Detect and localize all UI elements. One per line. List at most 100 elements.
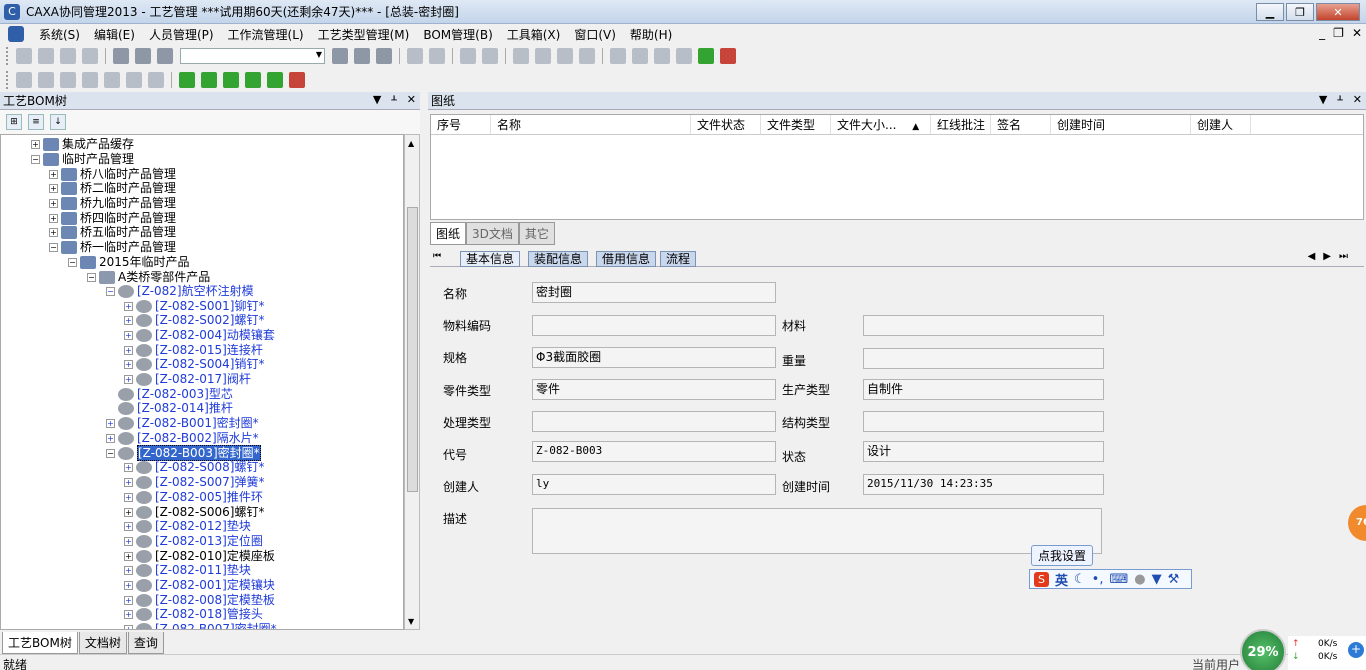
mdi-close-button[interactable]: ✕ xyxy=(1352,26,1362,40)
col-created-time[interactable]: 创建时间 xyxy=(1051,115,1191,134)
tree-node[interactable]: + [Z-082-018]管接头 xyxy=(124,607,263,622)
tree-node[interactable]: + [Z-082-S006]螺钉* xyxy=(124,505,264,520)
toolbar-btn-3[interactable] xyxy=(60,48,76,64)
toolbar-btn-10[interactable] xyxy=(460,48,476,64)
toolbar-btn-8[interactable] xyxy=(407,48,423,64)
keyboard-icon[interactable]: ⌨ xyxy=(1109,572,1128,587)
col-name[interactable]: 名称 xyxy=(491,115,691,134)
tab-3d-docs[interactable]: 3D文档 xyxy=(466,222,519,245)
tree-node[interactable]: + 桥五临时产品管理 xyxy=(49,225,176,240)
tree-tool-6[interactable] xyxy=(126,72,142,88)
tree-node[interactable]: + [Z-082-S001]铆钉* xyxy=(124,299,264,314)
tree-node[interactable]: + [Z-082-015]连接杆 xyxy=(124,343,263,358)
menu-help[interactable]: 帮助(H) xyxy=(623,26,679,43)
tree-node[interactable]: + [Z-082-B007]密封圈* xyxy=(124,622,277,629)
punctuation-icon[interactable]: •, xyxy=(1092,572,1104,587)
move-down-icon[interactable] xyxy=(223,72,239,88)
toolbar-btn-16[interactable] xyxy=(610,48,626,64)
tree-node[interactable]: [Z-082-014]推杆 xyxy=(118,401,233,416)
toolbar-btn-4[interactable] xyxy=(82,48,98,64)
toolbar-btn-14[interactable] xyxy=(557,48,573,64)
tree-node[interactable]: [Z-082-003]型芯 xyxy=(118,387,233,402)
tree-node[interactable]: + [Z-082-005]推件环 xyxy=(124,490,263,505)
col-file-size[interactable]: 文件大小... ▲ xyxy=(831,115,931,134)
tree-node[interactable]: + 桥八临时产品管理 xyxy=(49,167,176,182)
plus-icon[interactable]: + xyxy=(1348,642,1364,658)
col-index[interactable]: 序号 xyxy=(431,115,491,134)
toolbar-btn-19[interactable] xyxy=(676,48,692,64)
field-description[interactable] xyxy=(532,508,1102,554)
paste-icon[interactable] xyxy=(157,48,173,64)
toolbar-btn-7[interactable] xyxy=(376,48,392,64)
tree-node[interactable]: + 桥四临时产品管理 xyxy=(49,211,176,226)
close-button[interactable]: ✕ xyxy=(1316,3,1360,21)
menu-process-type[interactable]: 工艺类型管理(M) xyxy=(311,26,417,43)
field-status[interactable]: 设计 xyxy=(863,441,1104,462)
toolbar-btn-13[interactable] xyxy=(535,48,551,64)
document-menu-icon[interactable] xyxy=(8,26,24,42)
toolbar-btn-5[interactable] xyxy=(332,48,348,64)
tree-node[interactable]: + [Z-082-S002]螺钉* xyxy=(124,313,264,328)
menu-toolbox[interactable]: 工具箱(X) xyxy=(500,26,568,43)
skin-icon[interactable]: ▼ xyxy=(1152,572,1162,587)
moon-icon[interactable]: ☾ xyxy=(1074,572,1086,587)
tab-borrow-info[interactable]: 借用信息 xyxy=(596,251,657,267)
toolbar-btn-20[interactable] xyxy=(698,48,714,64)
tree-tool-7[interactable] xyxy=(148,72,164,88)
toolbar-btn-15[interactable] xyxy=(579,48,595,64)
cut-icon[interactable] xyxy=(113,48,129,64)
tree-node-selected[interactable]: − [Z-082-B003]密封圈* xyxy=(106,445,261,461)
tree-node[interactable]: + [Z-082-001]定模镶块 xyxy=(124,578,275,593)
tab-query[interactable]: 查询 xyxy=(127,632,164,654)
ime-settings-tip[interactable]: 点我设置 xyxy=(1031,545,1094,566)
move-top-icon[interactable] xyxy=(179,72,195,88)
field-structure-type[interactable] xyxy=(863,411,1104,432)
check-icon[interactable] xyxy=(267,72,283,88)
tree-node[interactable]: + 集成产品缓存 xyxy=(31,137,134,152)
menu-personnel[interactable]: 人员管理(P) xyxy=(142,26,221,43)
tree-tool-4[interactable] xyxy=(82,72,98,88)
menu-window[interactable]: 窗口(V) xyxy=(567,26,623,43)
toolbar-btn-12[interactable] xyxy=(513,48,529,64)
copy-icon[interactable] xyxy=(135,48,151,64)
tree-node[interactable]: + [Z-082-012]垫块 xyxy=(124,519,251,534)
mdi-minimize-button[interactable]: _ xyxy=(1319,26,1325,40)
restore-button[interactable]: ❐ xyxy=(1286,3,1314,21)
tree-node[interactable]: − A类桥零部件产品 xyxy=(87,270,210,285)
col-signature[interactable]: 签名 xyxy=(991,115,1051,134)
first-page-icon[interactable]: ⏮ xyxy=(433,251,441,261)
toolbar-combo[interactable] xyxy=(180,48,325,64)
structure-view-icon[interactable]: ≡ xyxy=(28,114,44,130)
menu-bom[interactable]: BOM管理(B) xyxy=(416,26,499,43)
menu-workflow[interactable]: 工作流管理(L) xyxy=(221,26,311,43)
sort-icon[interactable]: ↓ xyxy=(50,114,66,130)
tree-node[interactable]: − [Z-082]航空杯注射模 xyxy=(106,284,254,299)
col-file-status[interactable]: 文件状态 xyxy=(691,115,761,134)
tree-node[interactable]: + [Z-082-S007]弹簧* xyxy=(124,475,264,490)
tab-document-tree[interactable]: 文档树 xyxy=(78,632,127,654)
col-creator[interactable]: 创建人 xyxy=(1191,115,1251,134)
tree-node[interactable]: + [Z-082-S008]螺钉* xyxy=(124,460,264,475)
field-weight[interactable] xyxy=(863,348,1104,369)
minimize-button[interactable]: ▁ xyxy=(1256,3,1284,21)
user-icon[interactable]: ● xyxy=(1134,572,1145,587)
tab-other[interactable]: 其它 xyxy=(518,222,555,245)
pane-dropdown-icon[interactable]: ▼ xyxy=(373,93,381,106)
tree-node[interactable]: + [Z-082-S004]销钉* xyxy=(124,357,264,372)
field-spec[interactable]: Φ3截面胶圈 xyxy=(532,347,776,368)
tree-tool-3[interactable] xyxy=(60,72,76,88)
field-part-type[interactable]: 零件 xyxy=(532,379,776,400)
field-creator[interactable]: ly xyxy=(532,474,776,495)
pane-dropdown-icon[interactable]: ▼ xyxy=(1319,93,1327,106)
move-bottom-icon[interactable] xyxy=(245,72,261,88)
tree-node[interactable]: + [Z-082-B002]隔水片* xyxy=(106,431,259,446)
wrench-icon[interactable]: ⚒ xyxy=(1168,572,1180,587)
mdi-restore-button[interactable]: ❐ xyxy=(1333,26,1344,40)
tree-tool-2[interactable] xyxy=(38,72,54,88)
col-redline[interactable]: 红线批注 xyxy=(931,115,991,134)
tree-node[interactable]: −2015年临时产品 xyxy=(68,255,190,270)
tree-node[interactable]: + [Z-082-008]定模垫板 xyxy=(124,593,275,608)
field-process-type[interactable] xyxy=(532,411,776,432)
tab-bom-tree[interactable]: 工艺BOM树 xyxy=(2,632,78,654)
tree-node[interactable]: − 桥一临时产品管理 xyxy=(49,240,176,255)
